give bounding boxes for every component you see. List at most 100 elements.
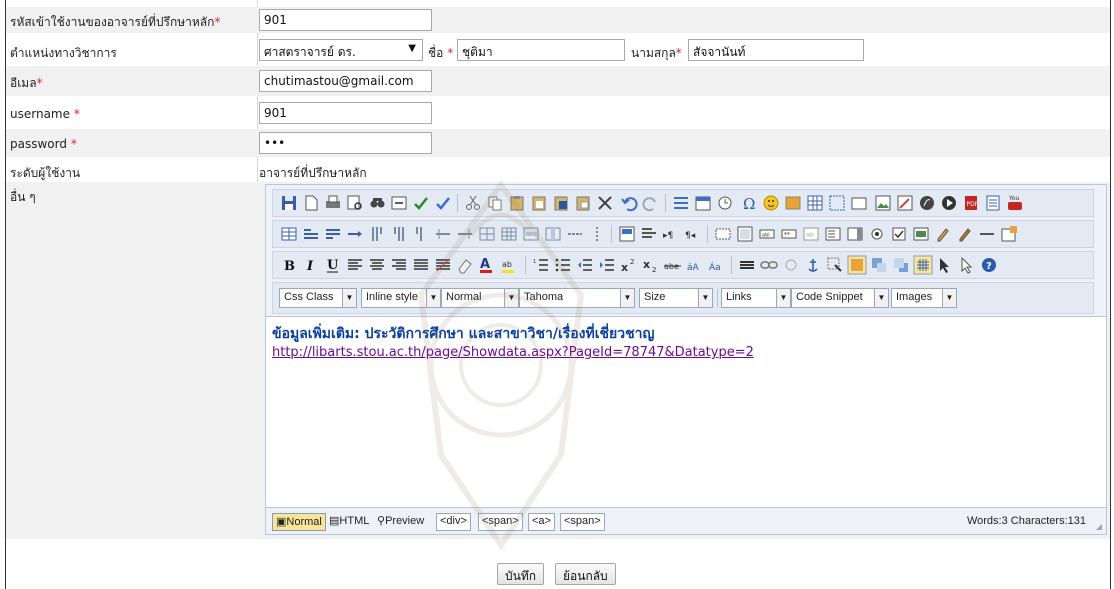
code-snippet-dropdown[interactable]: Code Snippet ▼ [791,288,889,308]
print-preview-icon[interactable] [345,193,365,213]
last-name-input[interactable]: สัจจานันท์ [688,39,864,61]
select-box-icon[interactable] [845,224,865,244]
radio-icon[interactable] [867,224,887,244]
insert-box-icon[interactable] [849,193,869,213]
align-right-icon[interactable] [389,255,409,275]
select-element-icon[interactable] [825,255,845,275]
cursor-outline-icon[interactable] [957,255,977,275]
email-input[interactable]: chutimastou@gmail.com [259,70,432,92]
send-backward-icon[interactable] [891,255,911,275]
strikethrough-icon[interactable]: abe [663,255,683,275]
horizontal-rule-icon[interactable] [737,255,757,275]
row-props-icon[interactable] [521,224,541,244]
subscript-icon[interactable]: x2 [641,255,661,275]
delete-row-icon[interactable] [345,224,365,244]
template-icon[interactable] [617,224,637,244]
outdent-icon[interactable] [575,255,595,275]
insert-row-below-icon[interactable] [323,224,343,244]
advisor-id-input[interactable]: 901 [259,9,432,31]
insert-table-icon[interactable] [805,193,825,213]
tag-span-button[interactable]: <span> [478,513,523,531]
anchor-icon[interactable] [803,255,823,275]
font-size-dropdown[interactable]: Size ▼ [639,288,713,308]
delete-icon[interactable] [595,193,615,213]
table-icon[interactable] [279,224,299,244]
paste-word-icon[interactable] [551,193,571,213]
justify-icon[interactable] [411,255,431,275]
pencil-alt-icon[interactable] [955,224,975,244]
first-name-input[interactable]: ชุติมา [457,39,625,61]
resize-grip-icon[interactable]: ◢ [1096,522,1102,531]
bold-icon[interactable]: B [279,255,299,275]
insert-date-icon[interactable] [693,193,713,213]
new-document-icon[interactable] [301,193,321,213]
tag-a-button[interactable]: <a> [528,513,555,531]
copy-icon[interactable] [485,193,505,213]
tag-div-button[interactable]: <div> [436,513,471,531]
link-icon[interactable] [759,255,779,275]
textarea-icon[interactable]: abl [801,224,821,244]
cut-icon[interactable] [463,193,483,213]
css-class-dropdown[interactable]: Css Class ▼ [279,288,357,308]
font-name-dropdown[interactable]: Tahoma ▼ [519,288,635,308]
checkbox-icon[interactable] [889,224,909,244]
save-icon[interactable] [279,193,299,213]
merge-right-icon[interactable] [433,224,453,244]
insert-form-icon[interactable] [783,193,803,213]
password-field-icon[interactable]: ** [779,224,799,244]
mode-html-button[interactable]: ▤HTML [326,513,372,531]
insert-col-left-icon[interactable] [367,224,387,244]
align-center-icon[interactable] [367,255,387,275]
spell-options-icon[interactable] [433,193,453,213]
save-button[interactable]: บันทึก [497,563,544,585]
insert-youtube-icon[interactable]: You [1005,193,1025,213]
page-break-icon[interactable] [587,224,607,244]
username-input[interactable]: 901 [259,102,432,124]
paste-icon[interactable] [507,193,527,213]
paragraph-icon[interactable] [639,224,659,244]
replace-icon[interactable] [389,193,409,213]
absolute-position-icon[interactable] [847,255,867,275]
inline-style-dropdown[interactable]: Inline style ▼ [361,288,441,308]
insert-col-right-icon[interactable] [389,224,409,244]
cell-props-icon[interactable] [499,224,519,244]
undo-icon[interactable] [619,193,639,213]
uppercase-icon[interactable]: Áa [707,255,727,275]
find-icon[interactable] [367,193,387,213]
hidden-field-icon[interactable] [977,224,997,244]
justify-none-icon[interactable] [433,255,453,275]
redo-icon[interactable] [641,193,661,213]
content-link[interactable]: http://libarts.stou.ac.th/page/Showdata.… [272,345,754,360]
help-icon[interactable]: ? [979,255,999,275]
unlink-icon[interactable] [781,255,801,275]
academic-position-select[interactable]: ศาสตราจารย์ ดร. ▼ [259,39,423,61]
images-dropdown[interactable]: Images ▼ [891,288,957,308]
paste-text-icon[interactable] [529,193,549,213]
print-icon[interactable] [323,193,343,213]
pencil-icon[interactable] [933,224,953,244]
ltr-icon[interactable]: ▸¶ [661,224,681,244]
bring-forward-icon[interactable] [869,255,889,275]
italic-icon[interactable]: I [301,255,321,275]
form-field-icon[interactable] [713,224,733,244]
horizontal-line-icon[interactable] [565,224,585,244]
links-dropdown[interactable]: Links ▼ [721,288,791,308]
insert-image-icon[interactable] [873,193,893,213]
show-borders-icon[interactable] [913,255,933,275]
insert-pdf-icon[interactable]: PDF [961,193,981,213]
paste-html-icon[interactable] [573,193,593,213]
back-button[interactable]: ย้อนกลับ [555,563,616,585]
superscript-icon[interactable]: x2 [619,255,639,275]
image-button-icon[interactable] [911,224,931,244]
rtl-icon[interactable]: ¶◂ [683,224,703,244]
numbered-list-icon[interactable]: 1 [531,255,551,275]
list-box-icon[interactable] [823,224,843,244]
label-icon[interactable]: abl [757,224,777,244]
align-left-icon[interactable] [345,255,365,275]
insert-flash-icon[interactable] [917,193,937,213]
special-char-icon[interactable]: Ω [739,193,759,213]
password-input[interactable]: ••• [259,132,432,154]
merge-down-icon[interactable] [455,224,475,244]
form-props-icon[interactable] [999,224,1019,244]
editor-content-area[interactable]: ข้อมูลเพิ่มเติม: ประวัติการศึกษา และสาขา… [266,316,1106,508]
